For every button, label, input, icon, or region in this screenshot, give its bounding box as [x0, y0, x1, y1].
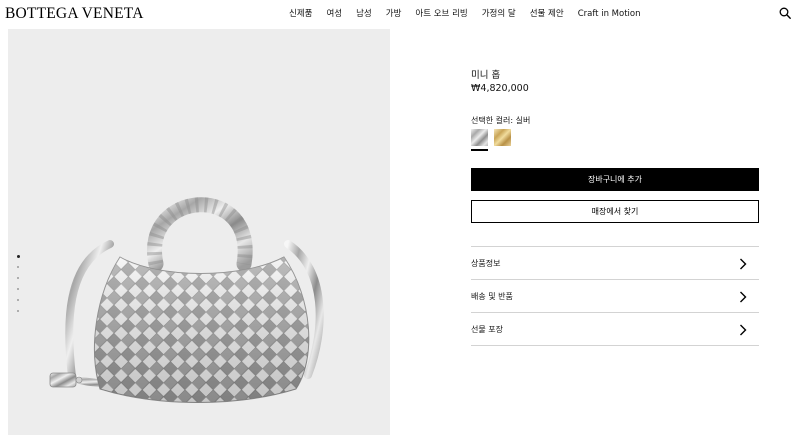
find-in-store-button[interactable]: 매장에서 찾기 [471, 200, 759, 223]
nav-item-art-of-living[interactable]: 아트 오브 리빙 [415, 8, 467, 20]
product-gallery[interactable] [8, 29, 390, 435]
nav-item-men[interactable]: 남성 [356, 8, 372, 20]
chevron-right-icon [740, 258, 747, 270]
gallery-dot[interactable] [17, 266, 19, 268]
accordion-product-info[interactable]: 상품정보 [471, 247, 759, 280]
gallery-dot[interactable] [16, 255, 20, 258]
gallery-dot[interactable] [17, 288, 19, 290]
selected-color-label: 선택한 컬러: 실버 [471, 116, 531, 125]
product-image-silver-bag [49, 197, 324, 403]
color-swatch-silver[interactable] [471, 129, 488, 146]
nav-item-new[interactable]: 신제품 [289, 8, 312, 20]
accordion-label: 배송 및 반품 [471, 292, 513, 301]
nav-item-gift-ideas[interactable]: 선물 제안 [530, 8, 564, 20]
main-nav: 신제품 여성 남성 가방 아트 오브 리빙 가정의 달 선물 제안 Craft … [289, 8, 640, 20]
accordion-label: 상품정보 [471, 259, 501, 268]
nav-item-bags[interactable]: 가방 [386, 8, 402, 20]
gallery-dot[interactable] [17, 299, 19, 301]
site-header: BOTTEGA VENETA 신제품 여성 남성 가방 아트 오브 리빙 가정의… [0, 0, 800, 28]
accordion-shipping-returns[interactable]: 배송 및 반품 [471, 280, 759, 313]
product-name: 미니 홉 [471, 70, 501, 81]
chevron-right-icon [740, 291, 747, 303]
nav-item-craft-in-motion[interactable]: Craft in Motion [578, 8, 641, 20]
selected-swatch-indicator [471, 149, 488, 151]
accordion-label: 선물 포장 [471, 325, 503, 334]
gallery-dot[interactable] [17, 310, 19, 312]
accordion-gift-wrapping[interactable]: 선물 포장 [471, 313, 759, 346]
nav-item-women[interactable]: 여성 [326, 8, 342, 20]
chevron-right-icon [740, 324, 747, 336]
product-price: ₩4,820,000 [471, 83, 529, 94]
search-icon[interactable] [779, 7, 791, 19]
nav-item-family-month[interactable]: 가정의 달 [482, 8, 516, 20]
brand-logo[interactable]: BOTTEGA VENETA [5, 5, 144, 23]
add-to-cart-button[interactable]: 장바구니에 추가 [471, 168, 759, 191]
color-swatch-gold[interactable] [494, 129, 511, 146]
gallery-dot[interactable] [17, 277, 19, 279]
